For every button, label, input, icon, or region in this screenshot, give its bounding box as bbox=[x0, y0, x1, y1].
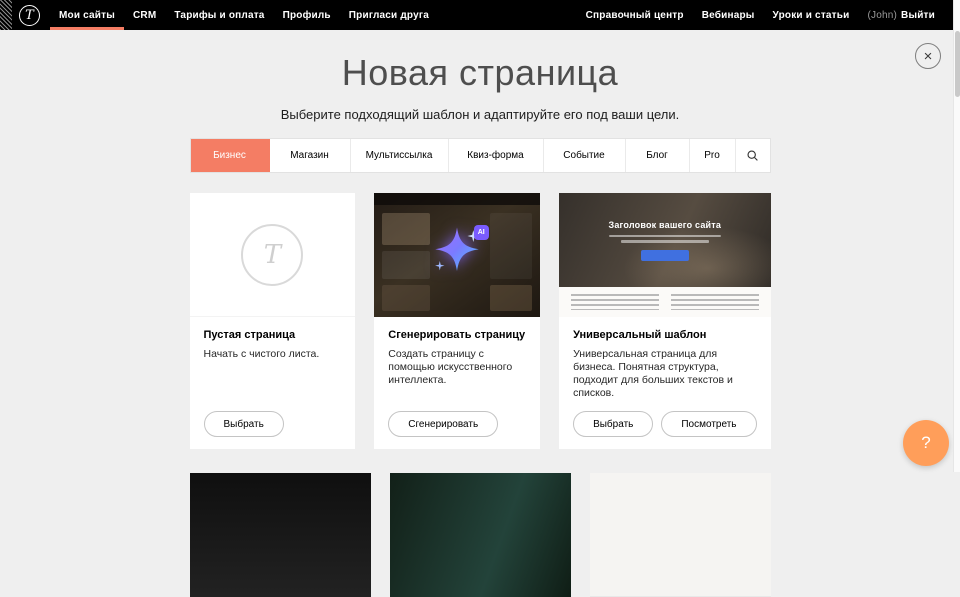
template-card bbox=[390, 473, 571, 597]
template-preview bbox=[390, 473, 571, 597]
magnifier-icon bbox=[746, 149, 759, 162]
choose-blank-button[interactable]: Выбрать bbox=[204, 411, 284, 437]
tab-multilink[interactable]: Мультиссылка bbox=[351, 139, 449, 172]
tab-blog[interactable]: Блог bbox=[626, 139, 690, 172]
tab-event[interactable]: Событие bbox=[544, 139, 626, 172]
card-description: Создать страницу с помощью искусственног… bbox=[388, 348, 526, 387]
tilda-circle-logo-icon: T bbox=[241, 224, 303, 286]
logout-label: Выйти bbox=[901, 10, 935, 21]
card-actions: Выбрать bbox=[204, 400, 342, 437]
topbar-nav-right: Справочный центр Вебинары Уроки и статьи… bbox=[577, 0, 960, 30]
generate-button[interactable]: Сгенерировать bbox=[388, 411, 498, 437]
nav-invite-friend[interactable]: Пригласи друга bbox=[340, 0, 438, 30]
card-title: Универсальный шаблон bbox=[573, 329, 756, 341]
tilda-logo-letter: T bbox=[25, 8, 34, 23]
preview-hero: Заголовок вашего сайта bbox=[559, 193, 770, 287]
card-body: Универсальный шаблон Универсальная стран… bbox=[559, 317, 770, 449]
view-universal-button[interactable]: Посмотреть bbox=[661, 411, 756, 437]
new-page-dialog: × Новая страница Выберите подходящий шаб… bbox=[0, 30, 960, 597]
template-cards-grid-row2 bbox=[190, 473, 771, 597]
topbar-nav-left: Мои сайты CRM Тарифы и оплата Профиль Пр… bbox=[50, 0, 438, 30]
card-body: Пустая страница Начать с чистого листа. … bbox=[190, 317, 356, 449]
choose-universal-button[interactable]: Выбрать bbox=[573, 411, 653, 437]
page-subtitle: Выберите подходящий шаблон и адаптируйте… bbox=[0, 107, 960, 122]
topbar: T Мои сайты CRM Тарифы и оплата Профиль … bbox=[0, 0, 960, 30]
question-mark-icon: ? bbox=[921, 433, 930, 453]
ai-badge: AI bbox=[474, 225, 489, 240]
card-description: Универсальная страница для бизнеса. Поня… bbox=[573, 348, 756, 400]
nav-my-sites[interactable]: Мои сайты bbox=[50, 0, 124, 30]
card-body: Сгенерировать страницу Создать страницу … bbox=[374, 317, 540, 449]
tab-business[interactable]: Бизнес bbox=[191, 139, 270, 172]
close-button[interactable]: × bbox=[915, 43, 941, 69]
tab-store[interactable]: Магазин bbox=[270, 139, 351, 172]
tab-search[interactable] bbox=[736, 139, 770, 172]
tab-quiz-form[interactable]: Квиз-форма bbox=[449, 139, 544, 172]
template-preview bbox=[590, 473, 771, 597]
template-card-ai: AI Сгенерировать страницу Создать страни… bbox=[374, 193, 540, 449]
preview-menubar bbox=[374, 193, 540, 205]
template-card-universal: Заголовок вашего сайта Универсальный шаб… bbox=[559, 193, 770, 449]
nav-help-center[interactable]: Справочный центр bbox=[577, 0, 693, 30]
vertical-scrollbar bbox=[953, 0, 960, 472]
ai-template-preview: AI bbox=[374, 193, 540, 317]
user-name: (John) bbox=[867, 10, 897, 21]
preview-cta-button bbox=[641, 250, 689, 261]
preview-text-section bbox=[559, 287, 770, 317]
template-card-blank: T Пустая страница Начать с чистого листа… bbox=[190, 193, 356, 449]
help-button[interactable]: ? bbox=[903, 420, 949, 466]
card-description: Начать с чистого листа. bbox=[204, 348, 342, 361]
blank-template-preview: T bbox=[190, 193, 356, 317]
template-card bbox=[590, 473, 771, 597]
nav-webinars[interactable]: Вебинары bbox=[693, 0, 764, 30]
nav-profile[interactable]: Профиль bbox=[274, 0, 340, 30]
page-title: Новая страница bbox=[0, 52, 960, 94]
blank-logo-letter: T bbox=[264, 240, 281, 270]
template-cards-grid: T Пустая страница Начать с чистого листа… bbox=[190, 193, 771, 449]
nav-lessons[interactable]: Уроки и статьи bbox=[764, 0, 859, 30]
nav-logout[interactable]: (John) Выйти bbox=[858, 0, 944, 30]
tab-pro[interactable]: Pro bbox=[690, 139, 736, 172]
tilda-logo[interactable]: T bbox=[19, 5, 40, 26]
scrollbar-thumb[interactable] bbox=[955, 31, 960, 97]
template-card bbox=[190, 473, 371, 597]
card-title: Пустая страница bbox=[204, 329, 342, 341]
close-icon: × bbox=[924, 49, 933, 64]
card-actions: Сгенерировать bbox=[388, 400, 526, 437]
card-title: Сгенерировать страницу bbox=[388, 329, 526, 341]
universal-template-preview: Заголовок вашего сайта bbox=[559, 193, 770, 317]
nav-crm[interactable]: CRM bbox=[124, 0, 165, 30]
nav-tariffs[interactable]: Тарифы и оплата bbox=[165, 0, 273, 30]
texture-pattern-icon bbox=[0, 0, 12, 30]
template-preview bbox=[190, 473, 371, 597]
preview-heading: Заголовок вашего сайта bbox=[608, 220, 721, 230]
template-category-tabs: Бизнес Магазин Мультиссылка Квиз-форма С… bbox=[190, 138, 771, 173]
card-actions: Выбрать Посмотреть bbox=[573, 400, 756, 437]
